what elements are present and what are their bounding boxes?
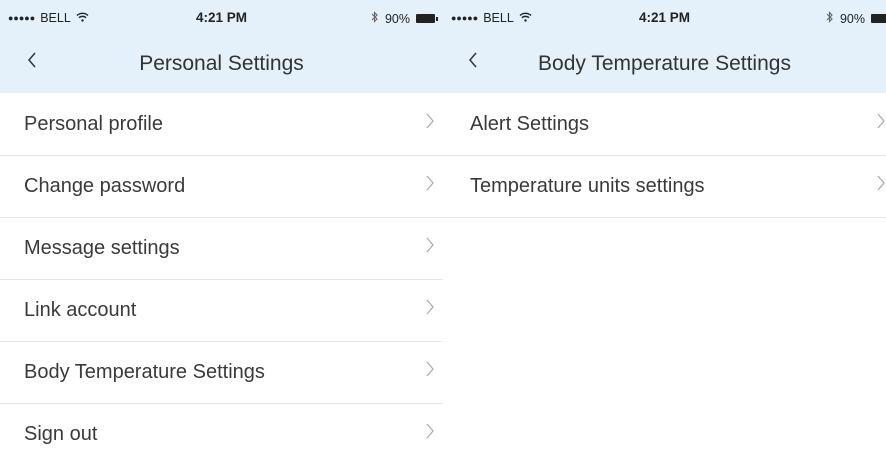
- list-item-label: Body Temperature Settings: [24, 361, 265, 383]
- chevron-right-icon: [876, 112, 886, 135]
- status-time: 4:21 PM: [638, 10, 691, 25]
- body-temperature-settings-screen: ●●●●● BELL 4:21 PM 90% Body Temperature …: [443, 0, 886, 459]
- personal-settings-screen: ●●●●● BELL 4:21 PM 90% Personal Settings: [0, 0, 443, 459]
- list-item-label: Link account: [24, 299, 137, 321]
- battery-icon: [871, 14, 886, 23]
- list-item-link-account[interactable]: Link account: [0, 280, 443, 342]
- list-item-label: Change password: [24, 175, 186, 197]
- header: ●●●●● BELL 4:21 PM 90% Personal Settings: [0, 0, 443, 93]
- list-item-body-temperature-settings[interactable]: Body Temperature Settings: [0, 342, 443, 404]
- status-bar: ●●●●● BELL 4:21 PM 90%: [443, 0, 886, 34]
- list-item-change-password[interactable]: Change password: [0, 156, 443, 218]
- page-title: Personal Settings: [139, 52, 304, 75]
- chevron-right-icon: [425, 422, 435, 445]
- status-bar: ●●●●● BELL 4:21 PM 90%: [0, 0, 443, 34]
- list-item-label: Personal profile: [24, 113, 163, 135]
- battery-percent: 90%: [839, 11, 865, 26]
- battery-percent: 90%: [384, 11, 410, 26]
- list-item-sign-out[interactable]: Sign out: [0, 404, 443, 459]
- chevron-right-icon: [425, 112, 435, 135]
- settings-list: Alert Settings Temperature units setting…: [443, 94, 886, 218]
- page-title: Body Temperature Settings: [538, 52, 791, 75]
- bluetooth-icon: [371, 11, 379, 26]
- list-item-label: Alert Settings: [470, 113, 589, 135]
- list-item-label: Temperature units settings: [470, 175, 705, 197]
- list-item-temperature-units-settings[interactable]: Temperature units settings: [443, 156, 886, 218]
- battery-icon: [416, 14, 438, 23]
- list-item-message-settings[interactable]: Message settings: [0, 218, 443, 280]
- chevron-right-icon: [425, 174, 435, 197]
- chevron-right-icon: [425, 360, 435, 383]
- list-item-label: Sign out: [24, 423, 98, 445]
- list-item-alert-settings[interactable]: Alert Settings: [443, 94, 886, 156]
- header: ●●●●● BELL 4:21 PM 90% Body Temperature …: [443, 0, 886, 93]
- chevron-right-icon: [876, 174, 886, 197]
- settings-list: Personal profile Change password Message…: [0, 94, 443, 459]
- bluetooth-icon: [826, 11, 834, 26]
- navigation-bar: Body Temperature Settings: [443, 34, 886, 93]
- list-item-personal-profile[interactable]: Personal profile: [0, 94, 443, 156]
- navigation-bar: Personal Settings: [0, 34, 443, 93]
- chevron-right-icon: [425, 298, 435, 321]
- list-item-label: Message settings: [24, 237, 180, 259]
- chevron-right-icon: [425, 236, 435, 259]
